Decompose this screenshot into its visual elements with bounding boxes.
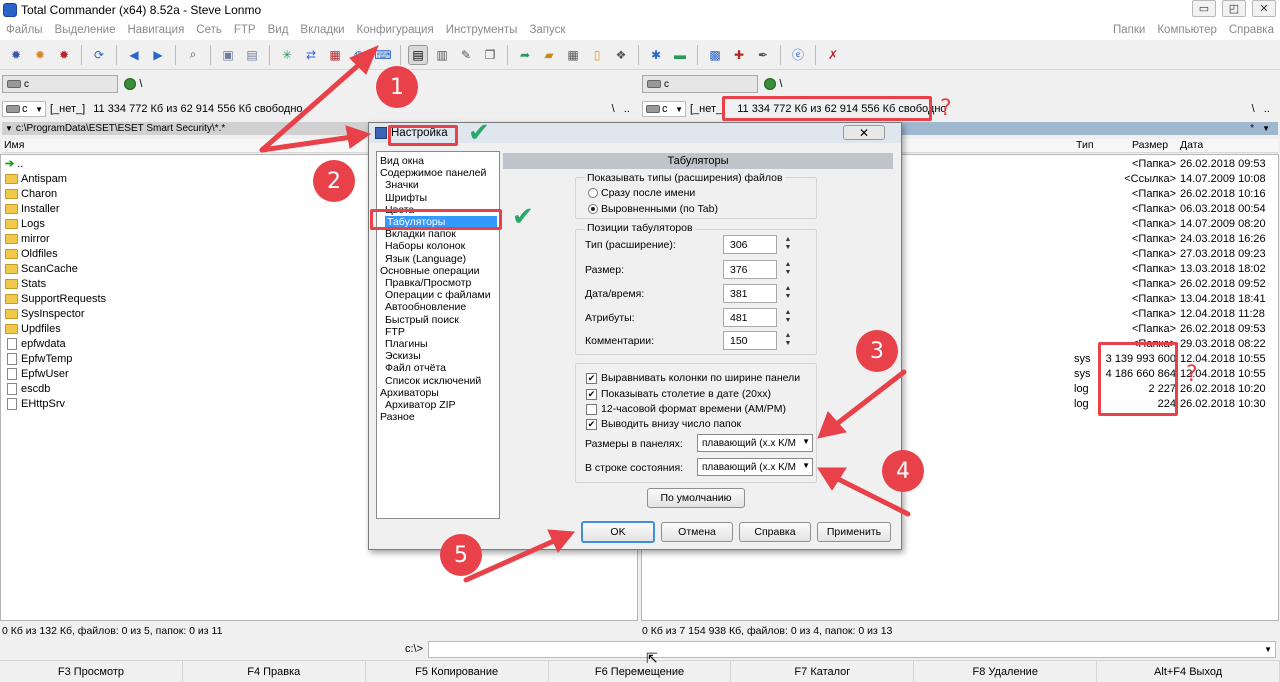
question-mark-icon: ? [1186, 362, 1198, 387]
annotation-marker: 2 [313, 160, 355, 202]
annotation-box-free-space [722, 96, 932, 121]
check-icon: ✔ [512, 202, 534, 232]
annotation-arrows [259, 45, 911, 583]
annotation-marker: 1 [376, 66, 418, 108]
annotation-box-sizes [1098, 342, 1178, 416]
annotation-box-tabs [370, 209, 502, 230]
annotation-marker: 4 [882, 450, 924, 492]
annotation-marker: 3 [856, 330, 898, 372]
question-mark-icon: ? [940, 96, 952, 121]
mouse-cursor-icon: ⇱ [646, 650, 658, 666]
annotation-box-title [388, 125, 458, 146]
annotation-marker: 5 [440, 534, 482, 576]
check-icon: ✔ [468, 118, 490, 148]
